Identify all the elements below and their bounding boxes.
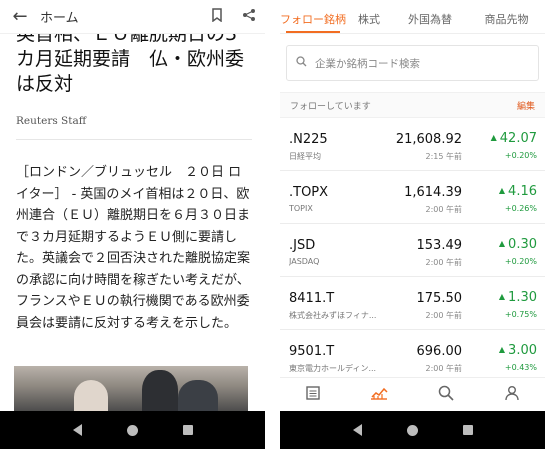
row-time: 2:00 午前 — [425, 205, 462, 214]
article-screen: 英首相、ＥＵ離脱期日の3カ月延期要請 仏・欧州委は反対 Reuters Staf… — [0, 0, 265, 449]
tab-follow[interactable]: フォロー銘柄 — [280, 0, 346, 33]
bottom-nav — [280, 377, 545, 411]
row-change: ▲ 0.30 — [498, 237, 537, 252]
article-body: ［ロンドン／ブリュッセル ２０日 ロイター］ - 英国のメイ首相は２０日、欧州連… — [16, 165, 251, 331]
arrow-left-icon[interactable]: ← — [0, 6, 40, 27]
row-symbol: .N225 — [289, 132, 328, 147]
markets-chart-icon[interactable] — [346, 378, 412, 411]
row-percent: +0.75% — [504, 310, 537, 319]
row-time: 2:15 午前 — [425, 152, 462, 161]
up-arrow-icon: ▲ — [498, 239, 506, 248]
row-price: 153.49 — [416, 238, 463, 253]
row-price: 696.00 — [416, 344, 463, 359]
row-symbol: .JSD — [289, 238, 316, 253]
photo-person-1 — [74, 380, 108, 412]
watchlist-row[interactable]: .TOPX TOPIX 1,614.39 2:00 午前 ▲ 4.16 +0.26… — [280, 171, 545, 224]
row-name: JASDAQ — [289, 257, 320, 266]
watchlist-row[interactable]: .JSD JASDAQ 153.49 2:00 午前 ▲ 0.30 +0.20% — [280, 224, 545, 277]
row-percent: +0.43% — [504, 363, 537, 372]
watchlist-row[interactable]: 9501.T 東京電力ホールディン... 696.00 2:00 午前 ▲ 3.0… — [280, 330, 545, 383]
article-byline: Reuters Staff — [16, 115, 252, 140]
photo-person-3 — [178, 380, 218, 412]
row-change: ▲ 3.00 — [498, 343, 537, 358]
watchlist-row[interactable]: .N225 日経平均 21,608.92 2:15 午前 ▲ 42.07 +0.2… — [280, 118, 545, 171]
search-placeholder: 企業か銘柄コード検索 — [315, 57, 420, 70]
photo-person-2 — [142, 370, 178, 412]
recents-icon[interactable] — [462, 425, 473, 435]
edit-button[interactable]: 編集 — [517, 99, 535, 112]
bookmark-icon[interactable] — [201, 7, 233, 26]
row-percent: +0.20% — [504, 151, 537, 160]
row-price: 1,614.39 — [404, 185, 462, 200]
home-icon[interactable] — [406, 424, 418, 436]
row-price: 175.50 — [416, 291, 463, 306]
article-app-bar: ← ホーム — [0, 0, 265, 34]
follow-label: フォローしています — [290, 101, 371, 112]
up-arrow-icon: ▲ — [498, 345, 506, 354]
search-icon[interactable] — [413, 378, 479, 411]
recents-icon[interactable] — [182, 425, 193, 435]
row-symbol: 9501.T — [289, 344, 335, 359]
row-time: 2:00 午前 — [425, 364, 462, 373]
profile-icon[interactable] — [479, 378, 545, 411]
back-icon[interactable] — [72, 424, 82, 436]
row-name: 日経平均 — [289, 152, 321, 161]
system-nav-bar — [280, 411, 545, 449]
row-change: ▲ 42.07 — [490, 131, 537, 146]
market-tabs: フォロー銘柄 株式 外国為替 商品先物 — [280, 0, 545, 34]
article-photo[interactable] — [14, 366, 248, 412]
row-percent: +0.20% — [504, 257, 537, 266]
share-icon[interactable] — [233, 8, 265, 26]
search-icon — [287, 56, 315, 70]
watchlist: .N225 日経平均 21,608.92 2:15 午前 ▲ 42.07 +0.2… — [280, 118, 545, 383]
tab-commodities[interactable]: 商品先物 — [468, 0, 545, 33]
row-name: TOPIX — [289, 204, 313, 213]
follow-header: フォローしています 編集 — [280, 92, 545, 118]
row-name: 東京電力ホールディン... — [289, 364, 377, 373]
tab-stocks[interactable]: 株式 — [346, 0, 392, 33]
markets-screen: フォロー銘柄 株式 外国為替 商品先物 企業か銘柄コード検索 フォローしています… — [280, 0, 545, 449]
tab-forex[interactable]: 外国為替 — [392, 0, 468, 33]
news-icon[interactable] — [280, 378, 346, 411]
app-bar-title: ホーム — [40, 11, 79, 26]
up-arrow-icon: ▲ — [490, 133, 497, 142]
home-icon[interactable] — [126, 424, 138, 436]
article-content: 英首相、ＥＵ離脱期日の3カ月延期要請 仏・欧州委は反対 Reuters Staf… — [16, 22, 252, 334]
row-price: 21,608.92 — [395, 132, 462, 147]
up-arrow-icon: ▲ — [498, 292, 506, 301]
row-symbol: .TOPX — [289, 185, 329, 200]
row-time: 2:00 午前 — [425, 311, 462, 320]
row-symbol: 8411.T — [289, 291, 335, 306]
search-input[interactable]: 企業か銘柄コード検索 — [286, 45, 539, 81]
row-name: 株式会社みずほフィナ... — [289, 311, 377, 320]
row-time: 2:00 午前 — [425, 258, 462, 267]
up-arrow-icon: ▲ — [498, 186, 506, 195]
system-nav-bar — [0, 411, 265, 449]
row-change: ▲ 4.16 — [498, 184, 537, 199]
watchlist-row[interactable]: 8411.T 株式会社みずほフィナ... 175.50 2:00 午前 ▲ 1.3… — [280, 277, 545, 330]
row-percent: +0.26% — [504, 204, 537, 213]
row-change: ▲ 1.30 — [498, 290, 537, 305]
back-icon[interactable] — [352, 424, 362, 436]
